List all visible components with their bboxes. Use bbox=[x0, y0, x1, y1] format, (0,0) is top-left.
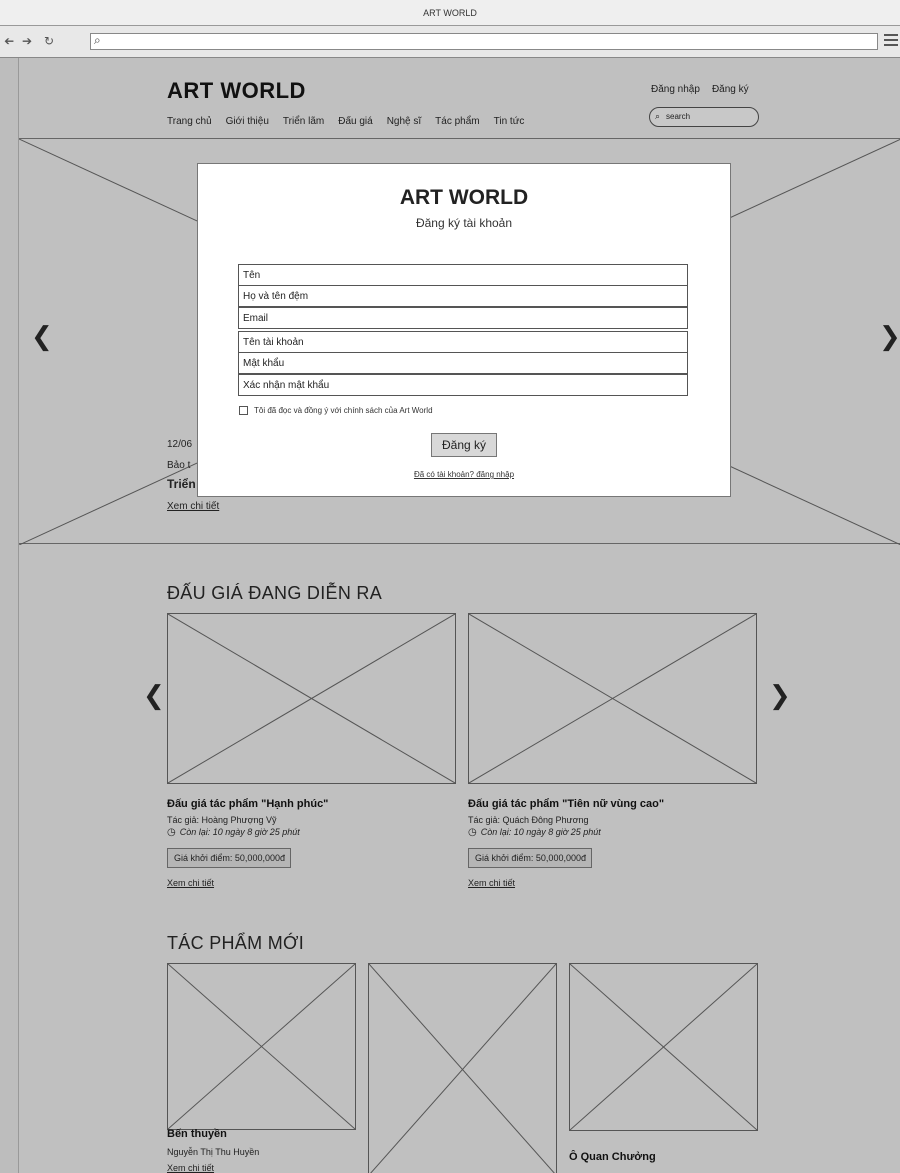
auction-remaining-text: Còn lại: 10 ngày 8 giờ 25 phút bbox=[179, 827, 300, 837]
email-field[interactable]: Email bbox=[238, 307, 688, 329]
last-name-field[interactable]: Họ và tên đệm bbox=[238, 285, 688, 307]
browser-toolbar: ➔ ➔ ↻ ⌕ bbox=[0, 26, 900, 58]
auction-image-2[interactable] bbox=[468, 613, 757, 784]
window-title: ART WORLD bbox=[423, 8, 477, 18]
auction-detail-link[interactable]: Xem chi tiết bbox=[167, 878, 214, 888]
menu-icon[interactable] bbox=[884, 34, 898, 46]
page: ART WORLD Trang chủ Giới thiệu Triển lãm… bbox=[18, 58, 900, 1173]
register-submit-button[interactable]: Đăng ký bbox=[431, 433, 497, 457]
main-nav: Trang chủ Giới thiệu Triển lãm Đấu giá N… bbox=[167, 116, 524, 127]
work-image-2[interactable] bbox=[368, 963, 557, 1173]
auctions-heading: ĐẤU GIÁ ĐANG DIỄN RA bbox=[167, 583, 383, 603]
auction-title[interactable]: Đấu giá tác phẩm "Hạnh phúc" bbox=[167, 798, 328, 810]
auctions-prev-icon[interactable]: ❮ bbox=[143, 681, 165, 711]
register-modal: ART WORLD Đăng ký tài khoản Tên Họ và tê… bbox=[197, 163, 731, 497]
nav-item-works[interactable]: Tác phẩm bbox=[435, 116, 479, 127]
left-arrow-icon[interactable]: ➔ bbox=[4, 34, 14, 48]
work-title[interactable]: Bến thuyền bbox=[167, 1128, 227, 1140]
auth-links: Đăng nhập Đăng ký bbox=[651, 84, 749, 95]
nav-item-auctions[interactable]: Đấu giá bbox=[338, 116, 372, 127]
first-name-field[interactable]: Tên bbox=[238, 264, 688, 286]
auction-price-badge: Giá khởi điểm: 50,000,000đ bbox=[167, 848, 291, 868]
search-placeholder: search bbox=[666, 112, 691, 121]
search-icon: ⌕ bbox=[94, 33, 101, 47]
search-input[interactable]: ⌕ search bbox=[649, 107, 759, 127]
nav-item-exhibitions[interactable]: Triển lãm bbox=[283, 116, 324, 127]
agree-label: Tôi đã đọc và đồng ý với chính sách của … bbox=[254, 406, 433, 415]
hero-detail-link[interactable]: Xem chi tiết bbox=[167, 501, 219, 512]
work-detail-link[interactable]: Xem chi tiết bbox=[167, 1163, 214, 1173]
auctions-next-icon[interactable]: ❯ bbox=[769, 681, 791, 711]
agree-checkbox[interactable] bbox=[239, 406, 248, 415]
site-logo[interactable]: ART WORLD bbox=[167, 78, 306, 104]
address-bar[interactable]: ⌕ bbox=[90, 33, 878, 50]
nav-item-artists[interactable]: Nghệ sĩ bbox=[387, 116, 421, 127]
auction-remaining: ◷ Còn lại: 10 ngày 8 giờ 25 phút bbox=[468, 827, 601, 838]
clock-icon: ◷ bbox=[167, 827, 176, 838]
auction-remaining-text: Còn lại: 10 ngày 8 giờ 25 phút bbox=[480, 827, 601, 837]
search-icon: ⌕ bbox=[655, 111, 661, 121]
auction-remaining: ◷ Còn lại: 10 ngày 8 giờ 25 phút bbox=[167, 827, 300, 838]
clock-icon: ◷ bbox=[468, 827, 477, 838]
work-image-1[interactable] bbox=[167, 963, 356, 1130]
hero-next-icon[interactable]: ❯ bbox=[879, 322, 900, 352]
modal-subtitle: Đăng ký tài khoản bbox=[415, 216, 513, 230]
auction-author: Tác giả: Hoàng Phượng Vỹ bbox=[167, 815, 277, 825]
new-works-heading: TÁC PHẨM MỚI bbox=[167, 933, 305, 953]
work-title[interactable]: Ô Quan Chưởng bbox=[569, 1151, 656, 1163]
auction-author: Tác giả: Quách Đông Phương bbox=[468, 815, 589, 825]
agree-row: Tôi đã đọc và đồng ý với chính sách của … bbox=[239, 406, 433, 415]
password-field[interactable]: Mật khẩu bbox=[238, 352, 688, 374]
auction-image-1[interactable] bbox=[167, 613, 456, 784]
right-arrow-icon[interactable]: ➔ bbox=[22, 34, 32, 48]
username-field[interactable]: Tên tài khoản bbox=[238, 331, 688, 353]
hero-location: Bảo t bbox=[167, 460, 191, 471]
work-author: Nguyễn Thị Thu Huyền bbox=[167, 1147, 260, 1157]
auction-detail-link[interactable]: Xem chi tiết bbox=[468, 878, 515, 888]
browser-titlebar: ART WORLD bbox=[0, 0, 900, 26]
login-instead-link[interactable]: Đã có tài khoản? đăng nhập bbox=[198, 470, 730, 479]
nav-item-home[interactable]: Trang chủ bbox=[167, 116, 212, 127]
modal-title: ART WORLD bbox=[399, 186, 529, 209]
hero-prev-icon[interactable]: ❮ bbox=[31, 322, 53, 352]
confirm-password-field[interactable]: Xác nhận mật khẩu bbox=[238, 374, 688, 396]
auction-title[interactable]: Đấu giá tác phẩm "Tiên nữ vùng cao" bbox=[468, 798, 664, 810]
hero-title: Triển bbox=[167, 477, 196, 491]
auction-price-badge: Giá khởi điểm: 50,000,000đ bbox=[468, 848, 592, 868]
reload-icon[interactable]: ↻ bbox=[44, 34, 54, 48]
register-link[interactable]: Đăng ký bbox=[712, 84, 749, 95]
nav-item-news[interactable]: Tin tức bbox=[494, 116, 525, 127]
nav-item-about[interactable]: Giới thiệu bbox=[226, 116, 269, 127]
login-link[interactable]: Đăng nhập bbox=[651, 84, 700, 95]
work-image-3[interactable] bbox=[569, 963, 758, 1131]
hero-date: 12/06 bbox=[167, 439, 193, 450]
